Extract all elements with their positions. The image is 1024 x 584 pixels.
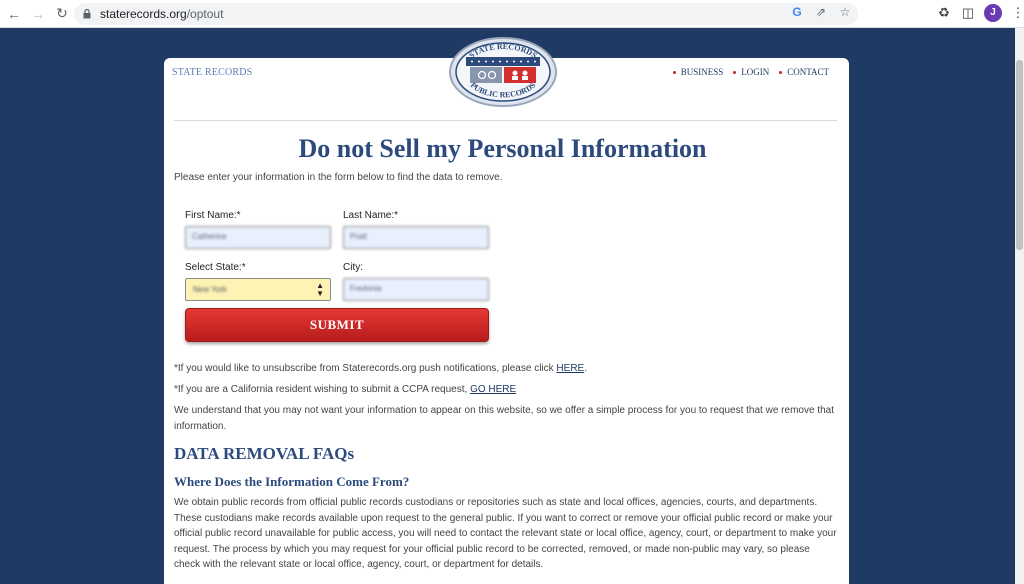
scrollbar-thumb[interactable] [1016,60,1023,250]
nav-business-link[interactable]: BUSINESS [672,67,723,77]
intro-text: Please enter your information in the for… [174,172,503,183]
url-path: /optout [186,7,224,21]
unsubscribe-here-link[interactable]: HERE [556,363,584,374]
state-select[interactable]: New York ▲ ▼ [185,278,331,301]
site-name[interactable]: STATE RECORDS [172,67,252,78]
extensions-puzzle-icon[interactable]: ♻ [936,5,952,21]
state-records-logo[interactable]: STATE RECORDS PUBLIC RECORDS [448,36,558,108]
page-title: Do not Sell my Personal Information [298,134,707,163]
state-select-value: New York [193,285,227,294]
forward-arrow-icon[interactable]: → [28,4,48,24]
last-name-label: Last Name:* [343,210,399,221]
city-label: City: [343,262,363,273]
more-menu-icon[interactable]: ⋮ [1010,5,1024,21]
bullet-icon [779,70,783,74]
first-name-value: Catherine [185,226,331,249]
submit-button[interactable]: SUBMIT [185,308,489,342]
content-card: STATE RECORDS STATE RECORDS PUBLIC RECOR… [164,37,849,584]
share-icon[interactable]: ⇗ [814,5,828,19]
last-name-value: Pratt [343,226,489,249]
city-value: Fredonia [343,278,489,301]
unsubscribe-note: *If you would like to unsubscribe from S… [174,363,587,374]
side-panel-icon[interactable]: ◫ [960,5,976,21]
browser-toolbar: ← → ↻ staterecords.org/optout G ⇗ ☆ ♻ ◫ … [0,0,1024,28]
last-name-field[interactable]: Pratt [343,226,489,249]
state-label: Select State:* [185,262,246,273]
ccpa-go-here-link[interactable]: GO HERE [470,384,516,395]
lock-icon[interactable] [82,9,92,19]
faq-answer-1: We obtain public records from official p… [174,497,837,570]
google-lens-icon[interactable]: G [790,5,804,19]
ccpa-note: *If you are a California resident wishin… [174,384,517,395]
nav-contact-link[interactable]: CONTACT [779,67,829,77]
reload-icon[interactable]: ↻ [52,4,72,24]
select-updown-icon: ▲ ▼ [316,281,324,298]
address-bar[interactable]: staterecords.org/optout G ⇗ ☆ [74,3,858,25]
removal-paragraph: We understand that you may not want your… [174,405,834,432]
first-name-field[interactable]: Catherine [185,226,331,249]
profile-avatar[interactable]: J [984,4,1002,22]
bookmark-star-icon[interactable]: ☆ [838,5,852,19]
header-divider [174,120,837,121]
city-field[interactable]: Fredonia [343,278,489,301]
top-nav: BUSINESS LOGIN CONTACT [672,67,829,77]
faq-heading: DATA REMOVAL FAQs [174,444,355,463]
page-scrollbar[interactable] [1015,28,1024,584]
bullet-icon [672,70,676,74]
back-arrow-icon[interactable]: ← [4,4,24,24]
url-domain: staterecords.org [100,7,187,21]
bullet-icon [733,70,737,74]
nav-login-link[interactable]: LOGIN [733,67,769,77]
faq-question-1: Where Does the Information Come From? [174,474,410,489]
first-name-label: First Name:* [185,210,241,221]
